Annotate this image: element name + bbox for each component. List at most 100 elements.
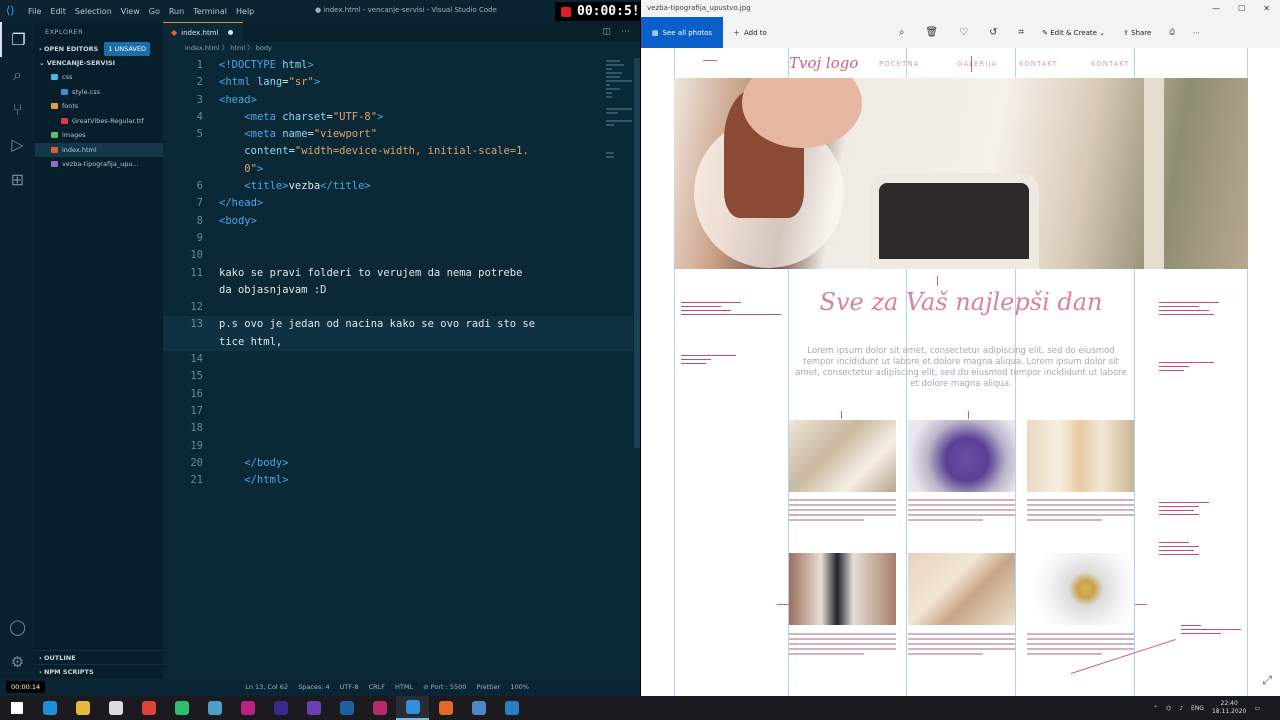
code-line[interactable]: 0"> (163, 161, 633, 178)
code-editor[interactable]: 1 <!DOCTYPE html> 2 <html lang="sr"> 3 <head>… (163, 57, 633, 489)
account-icon[interactable]: ◯ (0, 612, 35, 642)
green-app-icon[interactable] (165, 696, 198, 720)
adobe-xd-icon[interactable] (231, 696, 264, 720)
illustrator-icon[interactable] (363, 696, 396, 720)
file-tree-item[interactable]: GreatVibes-Regular.ttf (35, 114, 163, 129)
share-button[interactable]: ⇪ Share (1123, 29, 1151, 37)
open-editors-section[interactable]: › OPEN EDITORS 1 UNSAVED (35, 42, 163, 56)
print-icon[interactable]: ⎙ (1169, 28, 1175, 37)
code-line[interactable]: 11 kako se pravi folderi to verujem da ne… (163, 265, 633, 282)
minimize-icon[interactable]: — (1212, 4, 1220, 13)
more-actions-icon[interactable]: ⋯ (621, 27, 630, 37)
menu-item[interactable]: Help (236, 7, 254, 16)
tray-chevron-icon[interactable]: ⌃ (1153, 705, 1158, 712)
npm-scripts-section[interactable]: › NPM SCRIPTS (35, 664, 163, 678)
network-icon[interactable]: ⌬ (1166, 705, 1171, 712)
menu-item[interactable]: Run (169, 7, 184, 16)
code-line[interactable]: 10 (163, 247, 633, 264)
windows-start-icon[interactable] (0, 696, 33, 720)
recorder-icon[interactable] (495, 696, 528, 720)
menu-item[interactable]: View (121, 7, 140, 16)
settings-gear-icon[interactable]: ⚙ (0, 647, 35, 677)
split-editor-icon[interactable]: ◫ (602, 27, 611, 37)
menu-item[interactable]: File (28, 7, 41, 16)
delete-icon[interactable]: 🗑 (925, 27, 938, 38)
minimap[interactable] (606, 58, 634, 458)
menu-item[interactable]: Selection (75, 7, 112, 16)
menu-item[interactable]: Terminal (193, 7, 227, 16)
search-icon[interactable]: ⌕ (0, 57, 35, 92)
more-icon[interactable]: ⋯ (1193, 29, 1200, 37)
run-debug-icon[interactable]: ▷ (0, 127, 35, 162)
status-item[interactable]: HTML (395, 683, 413, 691)
photoshop-icon[interactable] (330, 696, 363, 720)
vertical-scrollbar[interactable] (634, 58, 640, 448)
file-tree-item[interactable]: vezba-tipografija_upu... (35, 157, 163, 172)
menu-item[interactable]: Edit (50, 7, 66, 16)
extensions-icon[interactable]: ⊞ (0, 162, 35, 197)
close-icon[interactable]: ✕ (1263, 4, 1270, 13)
volume-icon[interactable]: ♪ (1179, 705, 1183, 712)
code-line[interactable]: 13 p.s ovo je jedan od nacina kako se ovo… (163, 316, 633, 334)
crop-icon[interactable]: ⌗ (1018, 27, 1024, 38)
code-line[interactable]: 18 (163, 420, 633, 437)
after-effects-icon[interactable] (297, 696, 330, 720)
status-item[interactable]: UTF-8 (340, 683, 359, 691)
rotate-icon[interactable]: ↺ (989, 27, 997, 38)
notifications-icon[interactable]: ▭ (1254, 705, 1260, 712)
clock[interactable]: 22:40 18.11.2020 (1212, 700, 1246, 716)
code-line[interactable]: 21 </html> (163, 472, 633, 489)
edge-icon[interactable] (33, 696, 66, 720)
edit-create-button[interactable]: ✎ Edit & Create ⌄ (1042, 29, 1105, 37)
code-line[interactable]: 8 <body> (163, 213, 633, 230)
status-item[interactable]: ⊘ Port : 5500 (423, 683, 466, 691)
status-item[interactable]: Prettier (476, 683, 500, 691)
maximize-icon[interactable]: ☐ (1238, 4, 1245, 13)
menu-item[interactable]: Go (149, 7, 160, 16)
language-indicator[interactable]: ENG (1191, 705, 1204, 712)
code-line[interactable]: 14 (163, 351, 633, 368)
code-line[interactable]: 12 (163, 299, 633, 316)
code-line[interactable]: 2 <html lang="sr"> (163, 74, 633, 91)
code-line[interactable]: 17 (163, 403, 633, 420)
file-tree-item[interactable]: fonts (35, 99, 163, 114)
code-line[interactable]: 6 <title>vezba</title> (163, 178, 633, 195)
code-line[interactable]: 1 <!DOCTYPE html> (163, 57, 633, 74)
vscode-icon[interactable] (396, 696, 429, 720)
unsaved-dot-icon[interactable] (228, 30, 234, 35)
code-line[interactable]: tice html, (163, 333, 633, 352)
status-item[interactable]: CRLF (369, 683, 385, 691)
tab-index-html[interactable]: ◆ index.html (163, 22, 243, 42)
outline-section[interactable]: › OUTLINE (35, 650, 163, 664)
code-line[interactable]: 7 </head> (163, 195, 633, 212)
code-line[interactable]: 19 (163, 438, 633, 455)
file-tree-item[interactable]: images (35, 128, 163, 143)
breadcrumb[interactable]: index.html 〉 html 〉 body (163, 42, 640, 54)
status-item[interactable]: 100% (510, 683, 529, 691)
file-tree-item[interactable]: index.html (35, 142, 163, 157)
chrome-icon[interactable] (132, 696, 165, 720)
code-line[interactable]: 9 (163, 230, 633, 247)
favorite-heart-icon[interactable]: ♡ (959, 27, 968, 38)
source-control-icon[interactable]: ⑂ (0, 92, 35, 127)
code-line[interactable]: 15 (163, 368, 633, 385)
project-section[interactable]: ⌄ VENCANJE-SERVISI (35, 56, 163, 70)
code-line[interactable]: da objasnjavam :D (163, 282, 633, 299)
code-line[interactable]: 4 <meta charset="UTF-8"> (163, 109, 633, 126)
code-line[interactable]: content="width=device-width, initial-sca… (163, 143, 633, 160)
explorer-icon[interactable]: ❐ (0, 22, 35, 57)
firefox-icon[interactable] (429, 696, 462, 720)
code-line[interactable]: 20 </body> (163, 455, 633, 472)
code-line[interactable]: 3 <head> (163, 92, 633, 109)
code-line[interactable]: 5 <meta name="viewport" (163, 126, 633, 143)
file-explorer-icon[interactable] (66, 696, 99, 720)
file-tree-item[interactable]: css (35, 70, 163, 85)
terminal-icon[interactable] (198, 696, 231, 720)
status-item[interactable]: Ln 13, Col 62 (245, 683, 288, 691)
store-icon[interactable] (99, 696, 132, 720)
code-line[interactable]: 16 (163, 386, 633, 403)
premiere-icon[interactable] (264, 696, 297, 720)
zoom-icon[interactable]: ⌕ (899, 27, 905, 38)
add-to-button[interactable]: ＋ Add to (733, 28, 767, 38)
see-all-photos-button[interactable]: ▦ See all photos (641, 16, 723, 49)
